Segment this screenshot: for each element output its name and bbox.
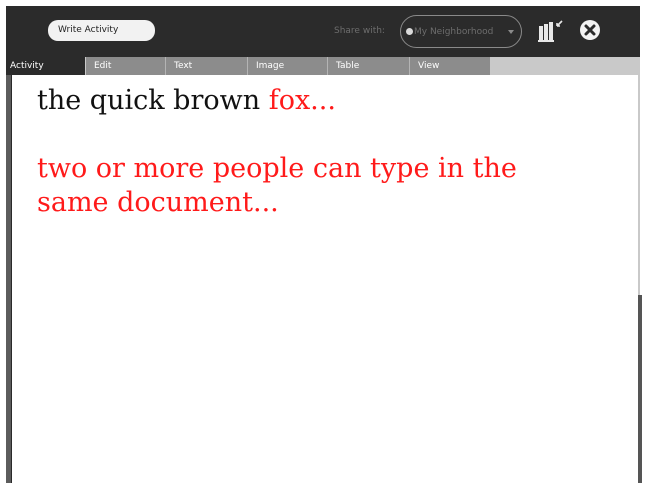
tab-text[interactable]: Text (166, 57, 247, 75)
document-line-2[interactable]: two or more people can type in the (37, 152, 517, 186)
toolbox-tabs: Activity Edit Text Image Table View (6, 57, 640, 75)
keep-icon (538, 20, 563, 42)
dropdown-arrow-icon (508, 30, 514, 34)
share-with-combo[interactable]: My Neighborhood (400, 15, 522, 48)
share-with-label: Share with: (334, 26, 385, 36)
local-user-text: the quick brown (37, 85, 269, 116)
document-canvas[interactable] (6, 75, 640, 483)
document-line-1[interactable]: the quick brown fox... (37, 84, 336, 118)
activity-toolbar: Write Activity Share with: My Neighborho… (6, 6, 640, 57)
neighborhood-icon (406, 28, 413, 35)
document-left-border-line (11, 75, 12, 483)
scrollbar-thumb[interactable] (638, 295, 642, 483)
keep-button[interactable] (533, 16, 569, 46)
tab-image[interactable]: Image (248, 57, 327, 75)
write-activity-window: Write Activity Share with: My Neighborho… (0, 0, 645, 483)
stop-button[interactable] (578, 18, 602, 42)
tab-activity[interactable]: Activity (6, 57, 85, 75)
activity-title-entry[interactable]: Write Activity (48, 20, 155, 41)
scrollbar-track[interactable] (638, 75, 640, 295)
tab-view[interactable]: View (410, 57, 490, 75)
stop-icon (580, 20, 600, 40)
tab-edit[interactable]: Edit (86, 57, 165, 75)
document-line-3[interactable]: same document... (37, 186, 279, 220)
collaborator-text: fox... (268, 85, 336, 116)
tab-table[interactable]: Table (328, 57, 409, 75)
share-with-value: My Neighborhood (414, 27, 494, 37)
